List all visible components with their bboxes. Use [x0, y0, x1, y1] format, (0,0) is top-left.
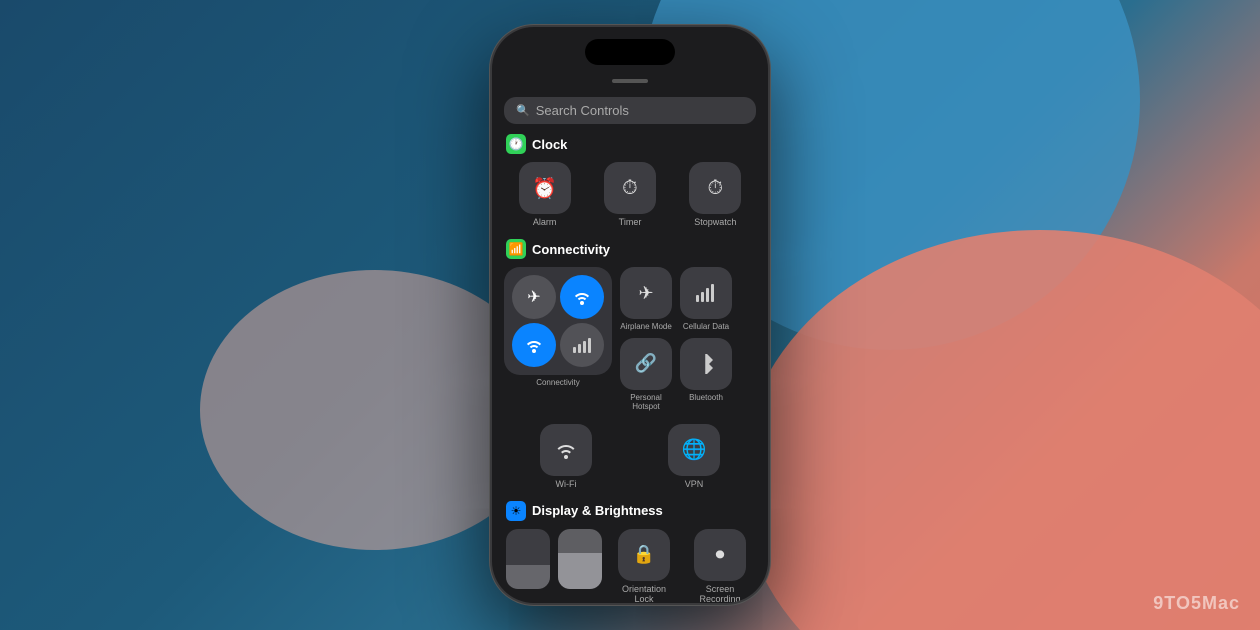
cellular-mini-btn[interactable]	[560, 323, 604, 367]
cellular-data-item: Cellular Data	[680, 267, 732, 332]
stopwatch-button[interactable]: ⏱	[689, 162, 741, 214]
vpn-label: VPN	[685, 479, 704, 489]
power-button[interactable]	[768, 182, 770, 252]
connectivity-section-icon: 📶	[506, 239, 526, 259]
vpn-button[interactable]: 🌐	[668, 424, 720, 476]
bluetooth-item: Bluetooth	[680, 338, 732, 412]
cellular-data-label: Cellular Data	[683, 322, 729, 332]
clock-section-icon: 🕐	[506, 134, 526, 154]
alarm-item: ⏰ Alarm	[506, 162, 583, 227]
conn-row-2: 🔗 PersonalHotspot	[620, 338, 732, 412]
screen-recording-item: ⏺ ScreenRecording	[686, 529, 754, 603]
connectivity-section-title: Connectivity	[532, 242, 610, 257]
connectivity-label: Connectivity	[536, 378, 580, 387]
hotspot-label: PersonalHotspot	[630, 393, 662, 412]
control-center-content: 🔍 Search Controls 🕐 Clock ⏰ Alarm ⏱ Time…	[492, 89, 768, 603]
search-placeholder: Search Controls	[536, 103, 629, 118]
screen-recording-button[interactable]: ⏺	[694, 529, 746, 581]
search-bar[interactable]: 🔍 Search Controls	[504, 97, 756, 124]
connectivity-section-header: 📶 Connectivity	[504, 239, 756, 259]
bluetooth-button[interactable]	[680, 338, 732, 390]
display-items-row: 🔒 OrientationLock ⏺ ScreenRecording	[504, 529, 756, 603]
wifi2-mini-btn[interactable]	[512, 323, 556, 367]
conn-row-1: ✈ Airplane Mode	[620, 267, 732, 332]
bluetooth-label: Bluetooth	[689, 393, 723, 403]
airplane-mode-label: Airplane Mode	[620, 322, 672, 332]
timer-button[interactable]: ⏱	[604, 162, 656, 214]
brightness-light-button[interactable]	[558, 529, 602, 589]
alarm-button[interactable]: ⏰	[519, 162, 571, 214]
clock-section-title: Clock	[532, 137, 567, 152]
clock-items-row: ⏰ Alarm ⏱ Timer ⏱ Stopwatch	[504, 162, 756, 227]
display-section-header: ☀ Display & Brightness	[504, 501, 756, 521]
connectivity-grid: ✈	[504, 267, 756, 412]
connectivity-small-items: ✈ Airplane Mode	[620, 267, 732, 412]
orientation-lock-item: 🔒 OrientationLock	[610, 529, 678, 603]
connectivity-big-box-wrapper: ✈	[504, 267, 612, 412]
stopwatch-item: ⏱ Stopwatch	[677, 162, 754, 227]
vpn-item: 🌐 VPN	[634, 424, 754, 489]
stopwatch-label: Stopwatch	[694, 217, 736, 227]
orientation-lock-label: OrientationLock	[622, 584, 666, 603]
dynamic-island	[585, 39, 675, 65]
iphone-frame: 🔍 Search Controls 🕐 Clock ⏰ Alarm ⏱ Time…	[490, 25, 770, 605]
wifi-button[interactable]	[540, 424, 592, 476]
airplane-mini-btn[interactable]: ✈	[512, 275, 556, 319]
timer-label: Timer	[619, 217, 642, 227]
wifi-label: Wi-Fi	[556, 479, 577, 489]
hotspot-button[interactable]: 🔗	[620, 338, 672, 390]
hotspot-item: 🔗 PersonalHotspot	[620, 338, 672, 412]
airplane-mode-item: ✈ Airplane Mode	[620, 267, 672, 332]
watermark: 9TO5Mac	[1153, 593, 1240, 614]
wifi-vpn-row: Wi-Fi 🌐 VPN	[504, 424, 756, 489]
wifi-mini-btn[interactable]	[560, 275, 604, 319]
screen-recording-label: ScreenRecording	[699, 584, 740, 603]
wifi-item: Wi-Fi	[506, 424, 626, 489]
cellular-data-button[interactable]	[680, 267, 732, 319]
display-section-icon: ☀	[506, 501, 526, 521]
connectivity-big-box: ✈	[504, 267, 612, 375]
iphone-frame-wrapper: 🔍 Search Controls 🕐 Clock ⏰ Alarm ⏱ Time…	[490, 25, 770, 605]
search-icon: 🔍	[516, 104, 530, 117]
airplane-mode-button[interactable]: ✈	[620, 267, 672, 319]
brightness-dark-button[interactable]	[506, 529, 550, 589]
pull-bar[interactable]	[612, 79, 648, 83]
orientation-lock-button[interactable]: 🔒	[618, 529, 670, 581]
clock-section-header: 🕐 Clock	[504, 134, 756, 154]
iphone-screen: 🔍 Search Controls 🕐 Clock ⏰ Alarm ⏱ Time…	[492, 27, 768, 603]
display-section-title: Display & Brightness	[532, 503, 663, 518]
alarm-label: Alarm	[533, 217, 557, 227]
timer-item: ⏱ Timer	[591, 162, 668, 227]
